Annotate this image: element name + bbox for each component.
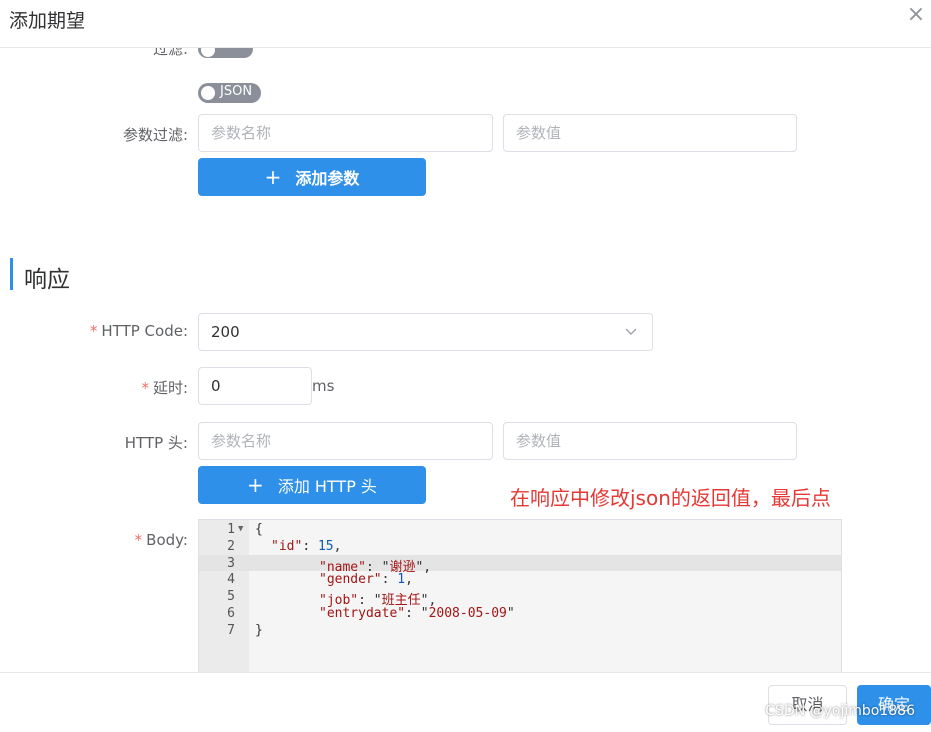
dialog-title: 添加期望 — [9, 10, 86, 32]
delay-unit: ms — [312, 377, 335, 395]
delay-label: * 延时: — [100, 377, 188, 398]
line-number: 7 — [227, 623, 235, 638]
param-value-input[interactable]: 参数值 — [503, 114, 797, 152]
line-number: 5 — [227, 589, 235, 604]
http-code-select[interactable]: 200 — [198, 313, 653, 351]
line-number: 1 — [227, 522, 235, 537]
body-json-editor[interactable]: 1 ▼ 2 3 4 5 6 7 { "id": 15, "name": "谢逊"… — [198, 519, 842, 679]
code-line: { — [255, 522, 263, 537]
code-line: "gender": 1, — [319, 572, 413, 587]
param-name-input[interactable]: 参数名称 — [198, 114, 493, 152]
param-filter-label: 参数过滤: — [122, 126, 188, 144]
plus-icon: + — [247, 473, 264, 497]
http-header-label: HTTP 头: — [124, 434, 188, 452]
chevron-down-icon — [625, 328, 637, 335]
body-label: * Body: — [100, 531, 188, 549]
json-gender-value: 1 — [397, 572, 406, 587]
add-header-button[interactable]: + 添加 HTTP 头 — [198, 466, 426, 504]
json-entrydate-value: 2008-05-09 — [428, 606, 507, 621]
response-section-title: 响应 — [24, 267, 70, 293]
line-number: 3 — [227, 556, 235, 571]
json-id-value: 15 — [317, 539, 334, 554]
dialog-footer: 取消 确定 CSDN @yojimbo1886 — [0, 672, 931, 732]
fold-arrow-icon[interactable]: ▼ — [238, 524, 243, 534]
plus-icon: + — [264, 165, 282, 189]
header-name-input[interactable]: 参数名称 — [198, 422, 493, 460]
add-param-label: 添加参数 — [295, 169, 360, 188]
code-line: "entrydate": "2008-05-09" — [319, 606, 515, 621]
toggle-knob — [201, 86, 215, 100]
required-mark: * — [134, 531, 143, 549]
code-line: } — [255, 623, 263, 638]
required-mark: * — [141, 379, 149, 397]
required-mark: * — [89, 322, 98, 340]
active-line-highlight — [199, 555, 841, 571]
http-code-label-text: HTTP Code: — [101, 322, 188, 340]
header-value-input[interactable]: 参数值 — [503, 422, 797, 460]
http-code-label: * HTTP Code: — [60, 322, 188, 340]
body-label-text: Body: — [146, 531, 188, 549]
add-header-label: 添加 HTTP 头 — [277, 477, 377, 496]
dialog-header: 添加期望 × — [0, 0, 931, 48]
delay-label-text: 延时: — [152, 379, 188, 397]
line-number: 4 — [227, 572, 235, 587]
section-accent-bar — [10, 258, 13, 290]
line-number: 2 — [227, 539, 235, 554]
line-number: 6 — [227, 606, 235, 621]
watermark: CSDN @yojimbo1886 — [765, 703, 915, 719]
json-toggle-label: JSON — [220, 84, 253, 99]
json-toggle[interactable]: JSON — [198, 83, 261, 103]
close-icon[interactable]: × — [903, 2, 929, 28]
delay-input[interactable]: 0 — [198, 367, 312, 405]
http-code-value: 200 — [211, 323, 240, 341]
add-param-button[interactable]: + 添加参数 — [198, 158, 426, 196]
code-line: "id": 15, — [271, 539, 342, 554]
